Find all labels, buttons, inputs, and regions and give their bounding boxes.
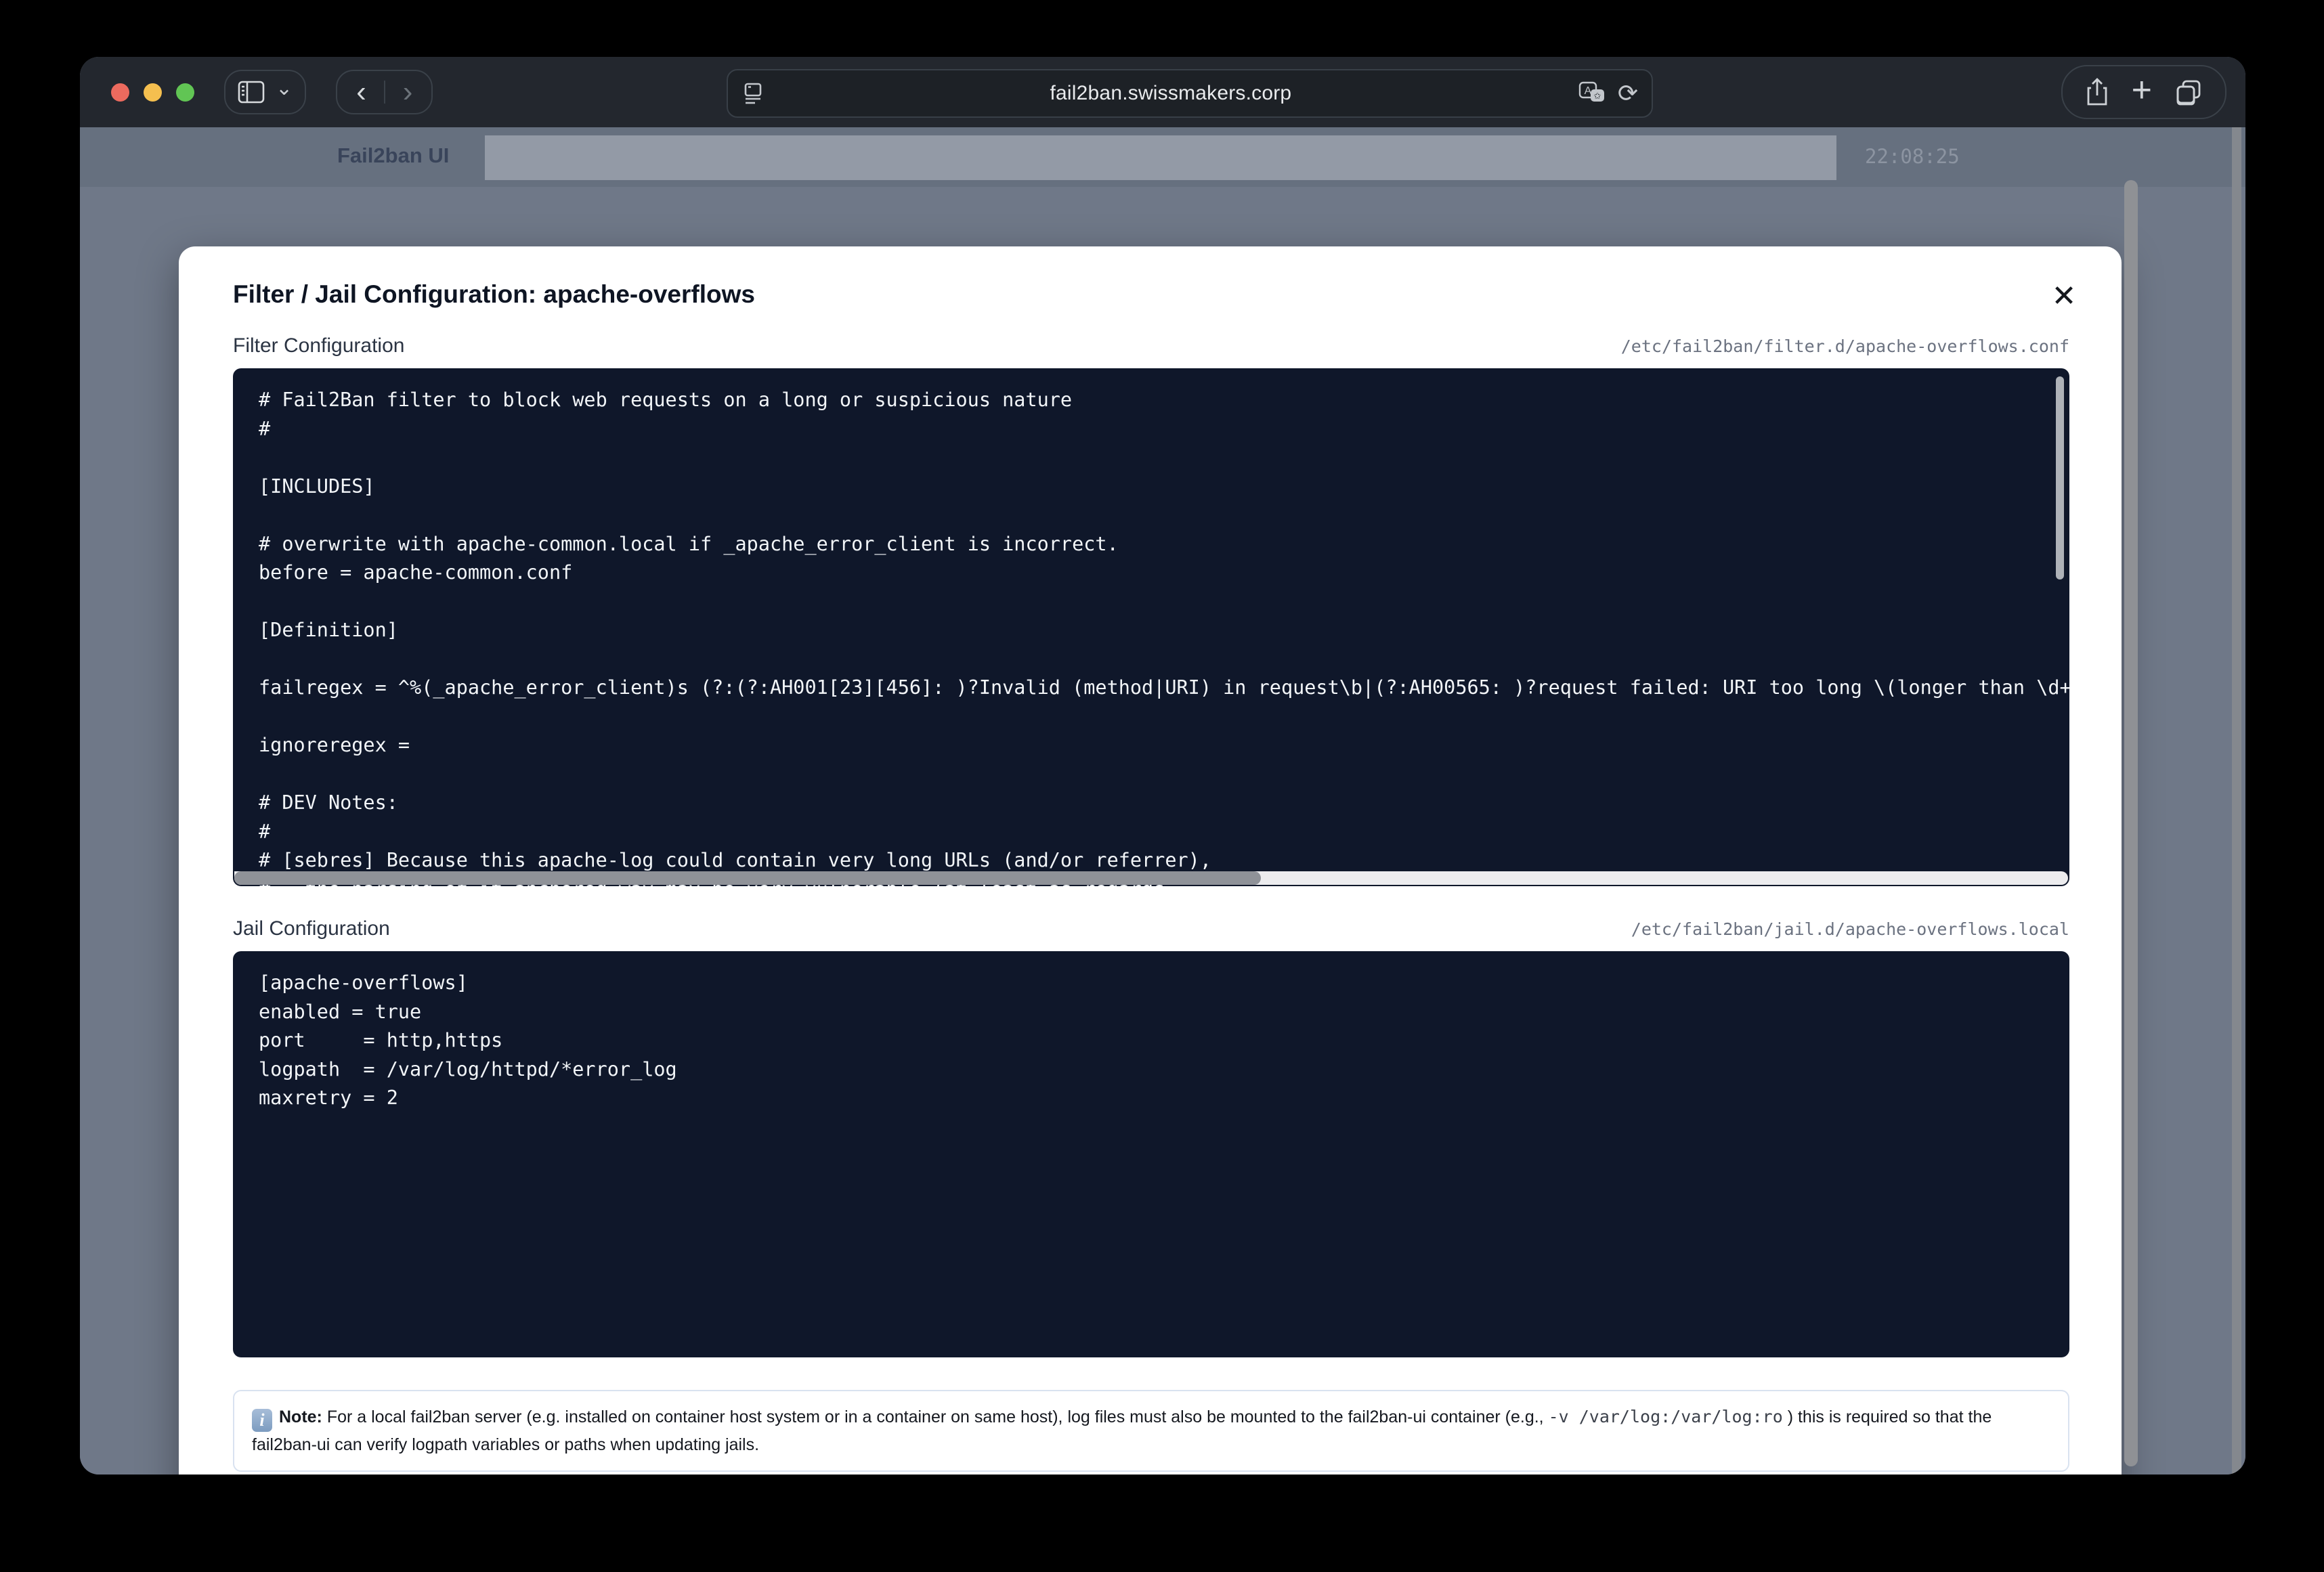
url-text[interactable]: fail2ban.swissmakers.corp bbox=[763, 82, 1578, 105]
browser-toolbar: ⌄ ‹ › fail2ban.swissmakers.corp bbox=[80, 57, 2245, 127]
page-backdrop: Fail2ban UI 22:08:25 Filter / Jail Confi… bbox=[80, 127, 2245, 1475]
jail-config-editor[interactable]: [apache-overflows] enabled = true port =… bbox=[233, 951, 2069, 1357]
reload-icon[interactable]: ⟳ bbox=[1618, 81, 1638, 106]
filter-editor-vertical-scrollbar[interactable] bbox=[2056, 376, 2064, 580]
modal-scrollbar[interactable] bbox=[2124, 180, 2138, 1466]
filter-editor-horizontal-scrollbar[interactable] bbox=[234, 871, 2068, 885]
address-bar-actions: A ✩ ⟳ bbox=[1578, 81, 1638, 106]
traffic-lights bbox=[111, 83, 194, 102]
jail-config-path: /etc/fail2ban/jail.d/apache-overflows.lo… bbox=[1631, 919, 2069, 939]
close-icon[interactable]: ✕ bbox=[2045, 278, 2083, 315]
zoom-window-button[interactable] bbox=[176, 83, 194, 102]
header-clock: 22:08:25 bbox=[1865, 145, 1960, 168]
note-box: i Note: For a local fail2ban server (e.g.… bbox=[233, 1390, 2069, 1472]
app-title: Fail2ban UI bbox=[337, 144, 449, 168]
jail-config-label: Jail Configuration bbox=[233, 917, 390, 940]
sidebar-toggle-icon[interactable] bbox=[238, 81, 265, 104]
translate-icon[interactable]: A ✩ bbox=[1578, 81, 1606, 106]
info-icon: i bbox=[252, 1409, 272, 1432]
filter-config-code[interactable]: # Fail2Ban filter to block web requests … bbox=[233, 368, 2069, 886]
filter-config-label: Filter Configuration bbox=[233, 334, 404, 357]
svg-text:✩: ✩ bbox=[1593, 91, 1601, 101]
address-bar[interactable]: fail2ban.swissmakers.corp A ✩ ⟳ bbox=[727, 69, 1653, 118]
note-label: Note: bbox=[279, 1407, 322, 1426]
filter-config-editor[interactable]: # Fail2Ban filter to block web requests … bbox=[233, 368, 2069, 886]
page-scrollbar[interactable] bbox=[2232, 127, 2241, 1475]
nav-divider bbox=[384, 81, 385, 104]
modal-title: Filter / Jail Configuration: apache-over… bbox=[233, 280, 2069, 309]
dimmed-header-bar bbox=[485, 135, 1836, 180]
back-button[interactable]: ‹ bbox=[349, 77, 373, 107]
filter-config-path: /etc/fail2ban/filter.d/apache-overflows.… bbox=[1621, 336, 2069, 356]
jail-config-code[interactable]: [apache-overflows] enabled = true port =… bbox=[233, 951, 2069, 1113]
new-tab-icon[interactable]: + bbox=[2132, 72, 2152, 108]
sidebar-button-group[interactable]: ⌄ bbox=[224, 70, 306, 114]
note-text-1: For a local fail2ban server (e.g. instal… bbox=[322, 1407, 1549, 1426]
share-icon[interactable] bbox=[2086, 78, 2109, 106]
note-code: -v /var/log:/var/log:ro bbox=[1549, 1407, 1783, 1426]
chevron-down-icon[interactable]: ⌄ bbox=[276, 77, 293, 100]
safari-window: ⌄ ‹ › fail2ban.swissmakers.corp bbox=[80, 57, 2245, 1475]
toolbar-right-group: + bbox=[2061, 65, 2226, 119]
minimize-window-button[interactable] bbox=[144, 83, 162, 102]
dimmed-app-header: Fail2ban UI 22:08:25 bbox=[80, 127, 2245, 187]
history-nav-group: ‹ › bbox=[336, 70, 433, 114]
close-window-button[interactable] bbox=[111, 83, 129, 102]
forward-button[interactable]: › bbox=[396, 77, 420, 107]
tab-overview-icon[interactable] bbox=[2175, 79, 2202, 106]
filter-editor-horizontal-thumb[interactable] bbox=[234, 871, 1261, 885]
screenshot-stage: ⌄ ‹ › fail2ban.swissmakers.corp bbox=[0, 0, 2324, 1572]
filter-jail-config-modal: Filter / Jail Configuration: apache-over… bbox=[179, 246, 2122, 1475]
reader-icon[interactable] bbox=[743, 82, 763, 105]
